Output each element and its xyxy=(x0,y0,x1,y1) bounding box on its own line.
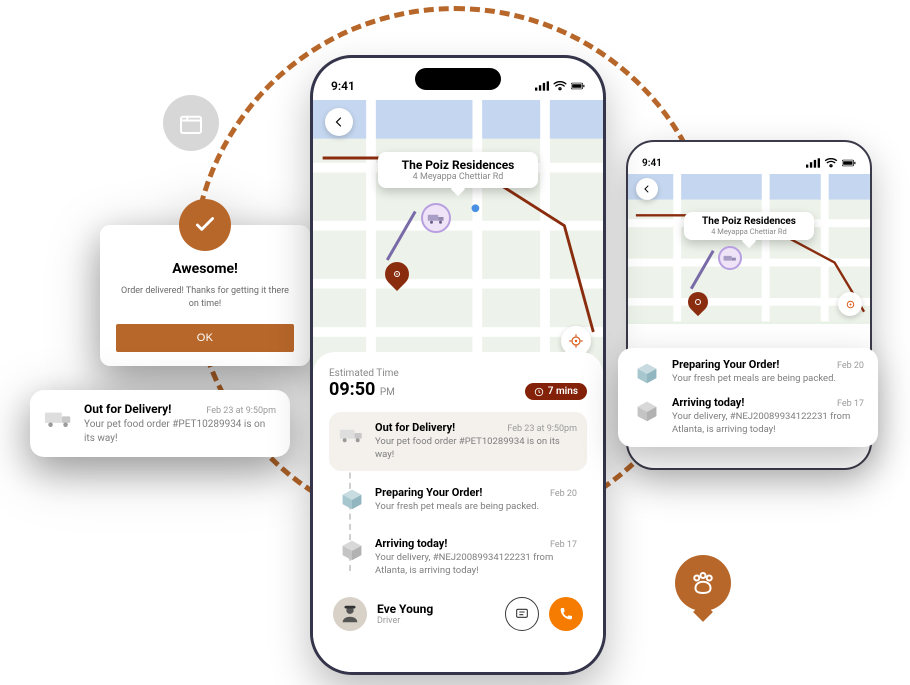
modal-title: Awesome! xyxy=(116,261,294,277)
success-modal: Awesome! Order delivered! Thanks for get… xyxy=(100,225,310,366)
driver-row: Eve Young Driver xyxy=(329,587,587,635)
feed-item[interactable]: Preparing Your Order! Feb 20 Your fresh p… xyxy=(632,358,864,388)
feed-item-desc: Your delivery, #NEJ20089934122231 from A… xyxy=(375,552,577,578)
feed-item-desc: Your delivery, #NEJ20089934122231 from A… xyxy=(672,411,864,437)
mini-destination-title: The Poiz Residences xyxy=(692,216,806,227)
phone-mockup: 9:41 The Poiz Residences 4 Meyappa Chett… xyxy=(310,55,606,675)
mini-status-time: 9:41 xyxy=(642,158,662,169)
map-pin-icon xyxy=(692,296,704,308)
est-label: Estimated Time xyxy=(329,368,399,379)
driver-avatar[interactable] xyxy=(333,597,367,631)
chevron-left-icon xyxy=(642,184,652,194)
left-status-card: Out for Delivery! Feb 23 at 9:50pm Your … xyxy=(30,390,290,457)
status-title: Out for Delivery! xyxy=(84,402,171,416)
signal-icon xyxy=(535,81,549,91)
wifi-icon xyxy=(553,81,567,91)
status-desc: Your pet food order #PET10289934 is on i… xyxy=(84,418,276,445)
message-button[interactable] xyxy=(505,597,539,631)
right-status-card: Preparing Your Order! Feb 20 Your fresh p… xyxy=(618,348,878,447)
paw-icon xyxy=(688,568,718,598)
mini-status-bar: 9:41 xyxy=(628,142,870,174)
est-time: 09:50 PM xyxy=(329,379,399,400)
mini-status-indicators xyxy=(806,158,856,168)
chat-icon xyxy=(514,606,530,622)
clock-icon xyxy=(534,387,544,397)
driver-name: Eve Young xyxy=(377,602,495,616)
feed-item-date: Feb 17 xyxy=(837,399,864,409)
feed-item-desc: Your fresh pet meals are being packed. xyxy=(375,501,577,514)
mini-map-view[interactable]: The Poiz Residences 4 Meyappa Chettiar R… xyxy=(628,174,870,324)
status-feed: Out for Delivery! Feb 23 at 9:50pm Your p… xyxy=(329,412,587,587)
status-time: 9:41 xyxy=(331,79,355,93)
destination-title: The Poiz Residences xyxy=(390,158,526,172)
feed-item-title: Arriving today! xyxy=(375,537,447,550)
status-sheet: Estimated Time 09:50 PM 7 mins Out for D… xyxy=(313,352,603,672)
feed-item-title: Arriving today! xyxy=(672,396,744,409)
destination-subtitle: 4 Meyappa Chettiar Rd xyxy=(390,172,526,182)
box-icon xyxy=(339,486,365,512)
feed-item-date: Feb 20 xyxy=(837,361,864,371)
feed-item-desc: Your fresh pet meals are being packed. xyxy=(672,373,864,386)
box-icon xyxy=(339,537,365,563)
call-button[interactable] xyxy=(549,597,583,631)
feed-item[interactable]: Arriving today! Feb 17 Your delivery, #NE… xyxy=(329,528,587,587)
feed-item-title: Out for Delivery! xyxy=(375,421,455,434)
truck-icon xyxy=(44,402,74,432)
check-badge xyxy=(179,199,231,251)
box-icon xyxy=(632,396,662,426)
chevron-left-icon xyxy=(333,116,345,128)
crosshair-icon xyxy=(568,333,584,349)
crosshair-icon xyxy=(844,298,857,311)
box-icon xyxy=(632,358,662,388)
paw-badge xyxy=(675,555,731,611)
status-indicators xyxy=(535,81,585,91)
person-icon xyxy=(339,603,361,625)
phone-notch xyxy=(415,68,501,90)
modal-ok-button[interactable]: OK xyxy=(116,324,294,352)
package-badge xyxy=(163,95,219,151)
feed-item-date: Feb 20 xyxy=(550,489,577,499)
feed-item-desc: Your pet food order #PET10289934 is on i… xyxy=(375,436,577,462)
feed-item-title: Preparing Your Order! xyxy=(672,358,779,371)
feed-item-date: Feb 23 at 9:50pm xyxy=(507,424,577,434)
eta-text: 7 mins xyxy=(548,386,578,397)
phone-icon xyxy=(558,606,574,622)
signal-icon xyxy=(806,158,820,168)
map-view[interactable]: The Poiz Residences 4 Meyappa Chettiar R… xyxy=(313,100,603,370)
wifi-icon xyxy=(824,158,838,168)
feed-item[interactable]: Out for Delivery! Feb 23 at 9:50pm Your p… xyxy=(329,412,587,471)
battery-icon xyxy=(571,81,585,91)
eta-chip: 7 mins xyxy=(525,383,587,400)
mini-back-button[interactable] xyxy=(636,178,658,200)
mini-destination-subtitle: 4 Meyappa Chettiar Rd xyxy=(692,227,806,236)
feed-item-date: Feb 17 xyxy=(550,540,577,550)
feed-item-title: Preparing Your Order! xyxy=(375,486,482,499)
mini-recenter-button[interactable] xyxy=(838,292,862,316)
feed-item[interactable]: Preparing Your Order! Feb 20 Your fresh p… xyxy=(329,477,587,523)
back-button[interactable] xyxy=(325,108,353,136)
feed-item[interactable]: Arriving today! Feb 17 Your delivery, #NE… xyxy=(632,396,864,437)
map-roads xyxy=(313,100,603,361)
driver-role: Driver xyxy=(377,616,495,626)
battery-icon xyxy=(842,158,856,168)
status-date: Feb 23 at 9:50pm xyxy=(206,406,276,416)
destination-callout[interactable]: The Poiz Residences 4 Meyappa Chettiar R… xyxy=(378,152,538,188)
modal-body: Order delivered! Thanks for getting it t… xyxy=(116,285,294,310)
map-pin-icon xyxy=(391,268,403,280)
mini-destination-callout[interactable]: The Poiz Residences 4 Meyappa Chettiar R… xyxy=(684,212,814,240)
package-icon xyxy=(176,108,206,138)
truck-icon xyxy=(339,421,365,447)
check-icon xyxy=(192,212,218,238)
